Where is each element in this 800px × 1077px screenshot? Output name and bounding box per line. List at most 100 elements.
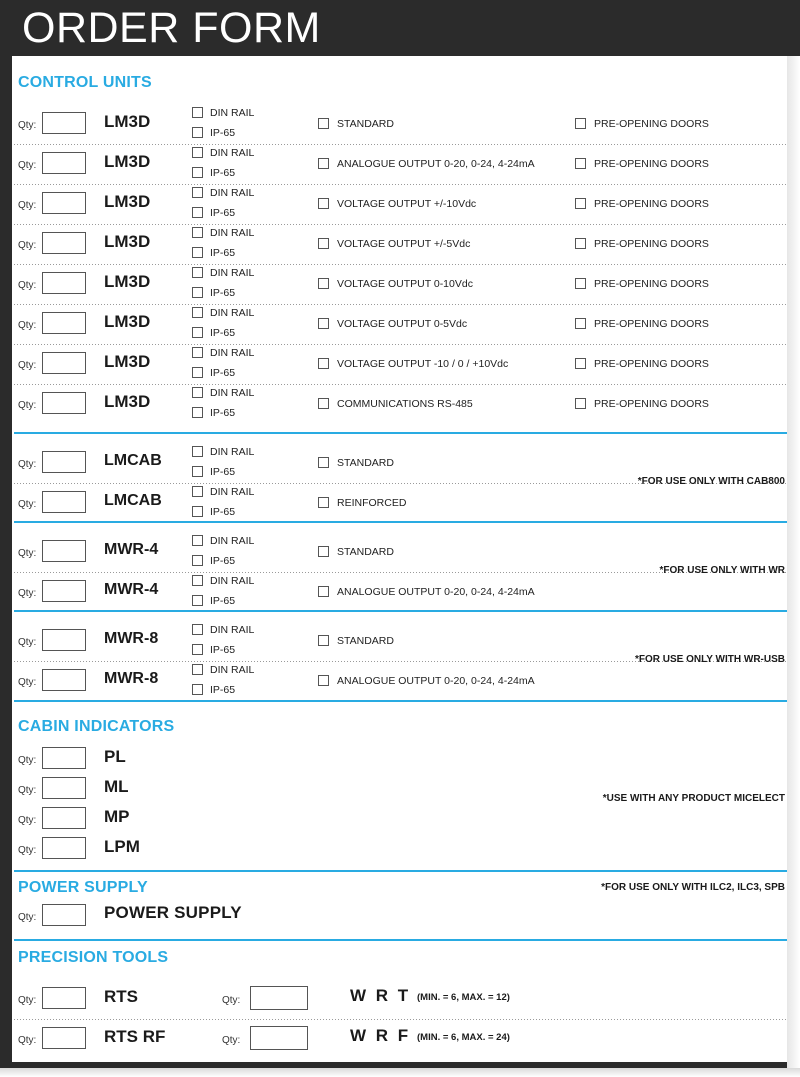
checkbox-ip65[interactable] bbox=[192, 247, 203, 258]
checkbox-option[interactable] bbox=[318, 675, 329, 686]
checkbox-option[interactable] bbox=[318, 457, 329, 468]
qty-label: Qty: bbox=[18, 280, 37, 291]
checkbox-option[interactable] bbox=[318, 546, 329, 557]
checkbox-option[interactable] bbox=[318, 497, 329, 508]
checkbox-ip65[interactable] bbox=[192, 127, 203, 138]
qty-input[interactable] bbox=[42, 152, 86, 174]
qty-input[interactable] bbox=[42, 747, 86, 769]
checkbox-ip65[interactable] bbox=[192, 595, 203, 606]
qty-input[interactable] bbox=[42, 232, 86, 254]
qty-input-secondary[interactable] bbox=[250, 986, 308, 1010]
section-divider bbox=[14, 939, 787, 941]
qty-label: Qty: bbox=[18, 499, 37, 510]
checkbox-option[interactable] bbox=[318, 118, 329, 129]
qty-input[interactable] bbox=[42, 540, 86, 562]
checkbox-ip65[interactable] bbox=[192, 407, 203, 418]
extra-label: PRE-OPENING DOORS bbox=[594, 118, 709, 130]
checkbox-option[interactable] bbox=[318, 318, 329, 329]
checkbox-label-ip65: IP-65 bbox=[210, 684, 236, 696]
checkbox-option[interactable] bbox=[318, 358, 329, 369]
section-note-lmcab: *FOR USE ONLY WITH CAB800 bbox=[637, 476, 785, 487]
qty-input[interactable] bbox=[42, 629, 86, 651]
checkbox-label-din-rail: DIN RAIL bbox=[210, 267, 255, 279]
checkbox-ip65[interactable] bbox=[192, 167, 203, 178]
row-divider bbox=[14, 144, 787, 145]
checkbox-ip65[interactable] bbox=[192, 327, 203, 338]
checkbox-din-rail[interactable] bbox=[192, 535, 203, 546]
qty-input[interactable] bbox=[42, 904, 86, 926]
checkbox-label-din-rail: DIN RAIL bbox=[210, 307, 255, 319]
checkbox-extra[interactable] bbox=[575, 158, 586, 169]
right-edge-shadow bbox=[787, 56, 800, 1068]
checkbox-label-ip65: IP-65 bbox=[210, 595, 236, 607]
qty-input[interactable] bbox=[42, 837, 86, 859]
qty-input[interactable] bbox=[42, 777, 86, 799]
checkbox-option[interactable] bbox=[318, 586, 329, 597]
qty-label: Qty: bbox=[18, 588, 37, 599]
checkbox-din-rail[interactable] bbox=[192, 664, 203, 675]
qty-input[interactable] bbox=[42, 352, 86, 374]
checkbox-ip65[interactable] bbox=[192, 684, 203, 695]
qty-input[interactable] bbox=[42, 192, 86, 214]
page-title: ORDER FORM bbox=[22, 4, 321, 52]
qty-input[interactable] bbox=[42, 580, 86, 602]
qty-input[interactable] bbox=[42, 807, 86, 829]
checkbox-ip65[interactable] bbox=[192, 287, 203, 298]
checkbox-option[interactable] bbox=[318, 398, 329, 409]
qty-label: Qty: bbox=[18, 240, 37, 251]
row-divider bbox=[14, 304, 787, 305]
section-title-precision-tools: PRECISION TOOLS bbox=[18, 949, 169, 966]
model-label: LM3D bbox=[104, 152, 151, 171]
checkbox-ip65[interactable] bbox=[192, 555, 203, 566]
checkbox-option[interactable] bbox=[318, 635, 329, 646]
checkbox-label-ip65: IP-65 bbox=[210, 127, 236, 139]
qty-input-secondary[interactable] bbox=[250, 1026, 308, 1050]
checkbox-din-rail[interactable] bbox=[192, 147, 203, 158]
qty-label: Qty: bbox=[18, 1035, 37, 1046]
qty-label: Qty: bbox=[18, 755, 37, 766]
checkbox-extra[interactable] bbox=[575, 198, 586, 209]
checkbox-ip65[interactable] bbox=[192, 207, 203, 218]
qty-input[interactable] bbox=[42, 669, 86, 691]
qty-input[interactable] bbox=[42, 112, 86, 134]
checkbox-ip65[interactable] bbox=[192, 466, 203, 477]
checkbox-ip65[interactable] bbox=[192, 506, 203, 517]
qty-label: Qty: bbox=[18, 200, 37, 211]
checkbox-din-rail[interactable] bbox=[192, 347, 203, 358]
checkbox-extra[interactable] bbox=[575, 398, 586, 409]
checkbox-extra[interactable] bbox=[575, 238, 586, 249]
qty-input[interactable] bbox=[42, 987, 86, 1009]
option-label: STANDARD bbox=[337, 457, 394, 469]
checkbox-extra[interactable] bbox=[575, 358, 586, 369]
checkbox-din-rail[interactable] bbox=[192, 624, 203, 635]
checkbox-din-rail[interactable] bbox=[192, 267, 203, 278]
qty-input[interactable] bbox=[42, 451, 86, 473]
qty-input[interactable] bbox=[42, 312, 86, 334]
qty-input[interactable] bbox=[42, 392, 86, 414]
checkbox-ip65[interactable] bbox=[192, 367, 203, 378]
checkbox-option[interactable] bbox=[318, 198, 329, 209]
checkbox-din-rail[interactable] bbox=[192, 187, 203, 198]
row-divider bbox=[14, 264, 787, 265]
qty-input[interactable] bbox=[42, 272, 86, 294]
checkbox-label-ip65: IP-65 bbox=[210, 555, 236, 567]
checkbox-din-rail[interactable] bbox=[192, 575, 203, 586]
extra-label: PRE-OPENING DOORS bbox=[594, 158, 709, 170]
checkbox-option[interactable] bbox=[318, 278, 329, 289]
checkbox-ip65[interactable] bbox=[192, 644, 203, 655]
checkbox-din-rail[interactable] bbox=[192, 387, 203, 398]
checkbox-extra[interactable] bbox=[575, 318, 586, 329]
qty-input[interactable] bbox=[42, 1027, 86, 1049]
model-label: LM3D bbox=[104, 112, 151, 131]
checkbox-option[interactable] bbox=[318, 158, 329, 169]
checkbox-din-rail[interactable] bbox=[192, 227, 203, 238]
checkbox-din-rail[interactable] bbox=[192, 486, 203, 497]
qty-input[interactable] bbox=[42, 491, 86, 513]
checkbox-extra[interactable] bbox=[575, 118, 586, 129]
checkbox-label-ip65: IP-65 bbox=[210, 287, 236, 299]
checkbox-din-rail[interactable] bbox=[192, 107, 203, 118]
checkbox-din-rail[interactable] bbox=[192, 446, 203, 457]
checkbox-din-rail[interactable] bbox=[192, 307, 203, 318]
checkbox-extra[interactable] bbox=[575, 278, 586, 289]
checkbox-option[interactable] bbox=[318, 238, 329, 249]
